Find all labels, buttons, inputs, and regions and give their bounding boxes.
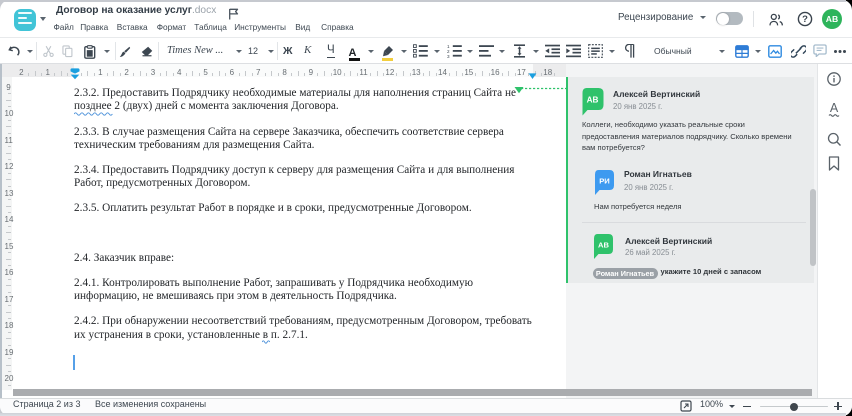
svg-text:РИ: РИ	[599, 176, 610, 185]
svg-text:АВ: АВ	[587, 96, 599, 105]
svg-text:3: 3	[447, 54, 450, 58]
svg-text:АВ: АВ	[598, 240, 609, 249]
svg-text:?: ?	[802, 14, 808, 25]
svg-text:А: А	[830, 101, 839, 115]
